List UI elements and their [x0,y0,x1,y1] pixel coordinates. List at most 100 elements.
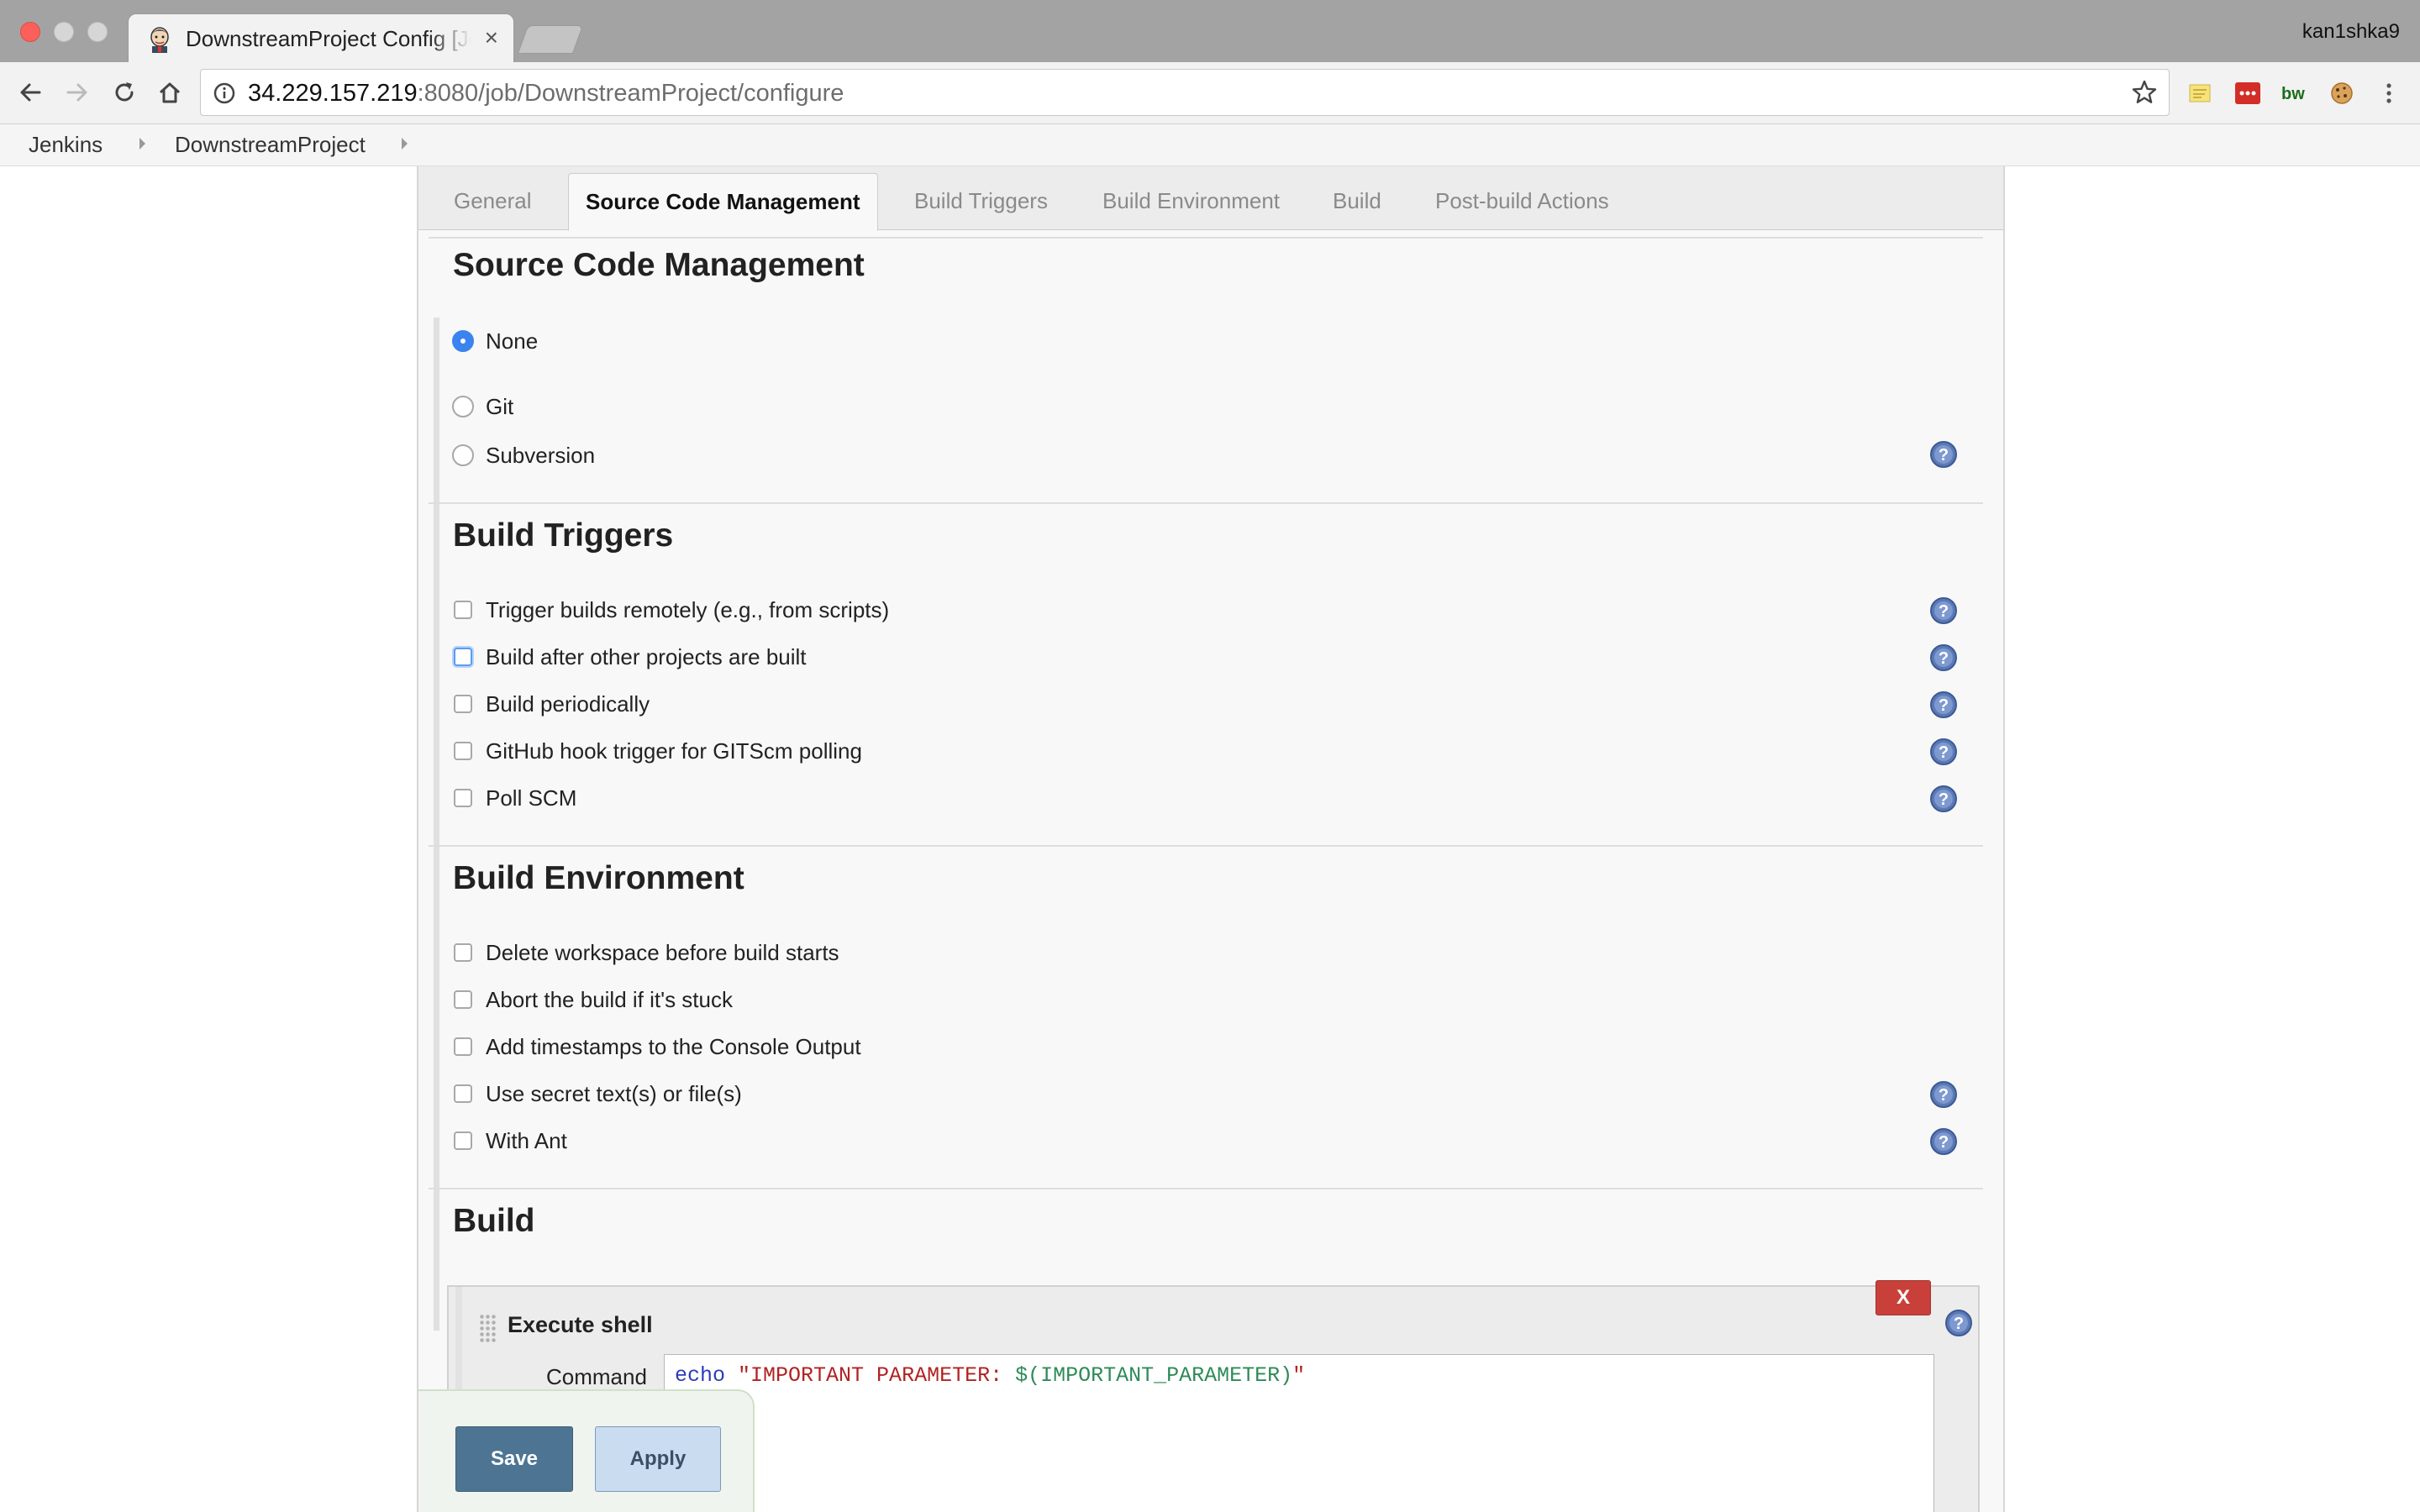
cookie-extension-icon[interactable] [2328,79,2356,108]
config-panel: General Source Code Management Build Tri… [417,166,2005,1512]
delete-step-button[interactable]: X [1876,1280,1931,1315]
breadcrumb-jenkins[interactable]: Jenkins [29,132,103,158]
divider [429,502,1983,504]
divider [429,1188,1983,1189]
scm-option-label: None [486,328,539,354]
checkbox-periodically[interactable] [454,695,472,713]
svg-text:bw: bw [2281,85,2305,103]
trigger-github-hook[interactable]: GitHub hook trigger for GITScm polling [452,736,862,766]
group-bar [434,929,439,1331]
svg-text:?: ? [1939,1133,1949,1152]
help-icon[interactable]: ? [1929,738,1958,766]
checkbox-trigger-remote[interactable] [454,601,472,619]
lastpass-extension-icon[interactable] [2233,79,2262,108]
env-add-timestamps[interactable]: Add timestamps to the Console Output [452,1032,861,1062]
checkbox-secret-text[interactable] [454,1084,472,1103]
help-icon[interactable]: ? [1929,1080,1958,1109]
env-option-label: Use secret text(s) or file(s) [486,1080,742,1106]
env-secret-text[interactable]: Use secret text(s) or file(s) [452,1079,742,1109]
trigger-label: GitHub hook trigger for GITScm polling [486,738,862,764]
save-button[interactable]: Save [455,1426,573,1492]
breadcrumb-separator-icon[interactable] [139,138,145,150]
address-bar[interactable]: 34.229.157.219:8080/job/DownstreamProjec… [200,69,2170,116]
browser-titlebar: DownstreamProject Config [Jenkins] × kan… [0,0,2420,62]
sticky-note-extension-icon[interactable] [2186,79,2215,108]
help-icon[interactable]: ? [1929,596,1958,625]
new-tab-button[interactable] [517,25,584,54]
back-button[interactable] [12,74,49,111]
trigger-periodically[interactable]: Build periodically [452,689,650,719]
help-icon[interactable]: ? [1929,785,1958,813]
section-title-scm: Source Code Management [453,247,865,283]
forward-button[interactable] [59,74,96,111]
tab-build[interactable]: Build [1333,188,1381,214]
browser-menu-icon[interactable] [2375,79,2403,108]
radio-none[interactable] [452,330,474,352]
checkbox-github-hook[interactable] [454,742,472,760]
breadcrumb: Jenkins DownstreamProject [0,124,2420,166]
jenkins-favicon-icon [150,27,169,53]
env-delete-workspace[interactable]: Delete workspace before build starts [452,937,839,968]
trigger-after-other-projects[interactable]: Build after other projects are built [452,642,807,672]
scm-option-git[interactable]: Git [452,391,513,422]
tab-build-environment[interactable]: Build Environment [1102,188,1280,214]
help-icon[interactable]: ? [1944,1309,1973,1337]
command-label: Command [546,1364,647,1389]
apply-button[interactable]: Apply [595,1426,721,1492]
bitwarden-extension-icon[interactable]: bw [2281,79,2309,108]
checkbox-delete-workspace[interactable] [454,943,472,962]
tab-general[interactable]: General [454,188,532,214]
window-minimize-button[interactable] [54,22,74,42]
tab-close-icon[interactable]: × [485,24,498,51]
radio-subversion[interactable] [452,444,474,466]
tab-post-build-actions[interactable]: Post-build Actions [1435,188,1609,214]
checkbox-abort-if-stuck[interactable] [454,990,472,1009]
tab-build-triggers[interactable]: Build Triggers [914,188,1048,214]
browser-tab-active[interactable]: DownstreamProject Config [Jenkins] × [128,13,514,62]
trigger-poll-scm[interactable]: Poll SCM [452,783,576,813]
bookmark-star-icon[interactable] [2130,78,2159,107]
svg-text:?: ? [1939,1086,1949,1105]
url-path: :8080/job/DownstreamProject/configure [417,80,844,107]
tab-source-code-management[interactable]: Source Code Management [568,173,878,231]
profile-name[interactable]: kan1shka9 [2302,20,2400,44]
group-bar [434,586,439,988]
help-icon[interactable]: ? [1929,440,1958,469]
radio-git[interactable] [452,396,474,417]
url-text[interactable]: 34.229.157.219:8080/job/DownstreamProjec… [248,80,844,108]
trigger-label: Poll SCM [486,785,577,811]
forward-arrow-icon [66,83,87,102]
home-button[interactable] [151,74,188,111]
url-host: 34.229.157.219 [248,80,418,107]
reload-button[interactable] [106,74,143,111]
svg-text:?: ? [1939,446,1949,465]
command-string-close: " [1292,1363,1306,1388]
browser-tab-title: DownstreamProject Config [Jenkins] [186,26,471,51]
command-textarea[interactable]: echo "IMPORTANT PARAMETER: $(IMPORTANT_P… [664,1354,1934,1512]
help-icon[interactable]: ? [1929,690,1958,719]
site-info-icon[interactable] [213,81,236,105]
env-option-label: Add timestamps to the Console Output [486,1033,861,1059]
command-keyword: echo [675,1363,726,1388]
env-with-ant[interactable]: With Ant [452,1126,567,1156]
drag-handle-icon[interactable] [479,1314,497,1342]
env-abort-if-stuck[interactable]: Abort the build if it's stuck [452,984,733,1015]
checkbox-add-timestamps[interactable] [454,1037,472,1056]
section-title-build: Build [453,1203,535,1239]
help-icon[interactable]: ? [1929,1127,1958,1156]
checkbox-with-ant[interactable] [454,1131,472,1150]
section-title-build-environment: Build Environment [453,860,744,896]
breadcrumb-separator-icon[interactable] [402,138,408,150]
checkbox-after-other-projects[interactable] [454,648,472,666]
scm-option-none[interactable]: None [452,326,538,356]
divider [429,237,1983,239]
window-maximize-button[interactable] [87,22,108,42]
window-close-button[interactable] [20,22,40,42]
checkbox-poll-scm[interactable] [454,789,472,807]
scm-option-subversion[interactable]: Subversion [452,440,595,470]
trigger-remote[interactable]: Trigger builds remotely (e.g., from scri… [452,595,889,625]
command-string-open: "IMPORTANT PARAMETER: [738,1363,1016,1388]
trigger-label: Build periodically [486,690,650,717]
breadcrumb-project[interactable]: DownstreamProject [175,132,366,158]
help-icon[interactable]: ? [1929,643,1958,672]
